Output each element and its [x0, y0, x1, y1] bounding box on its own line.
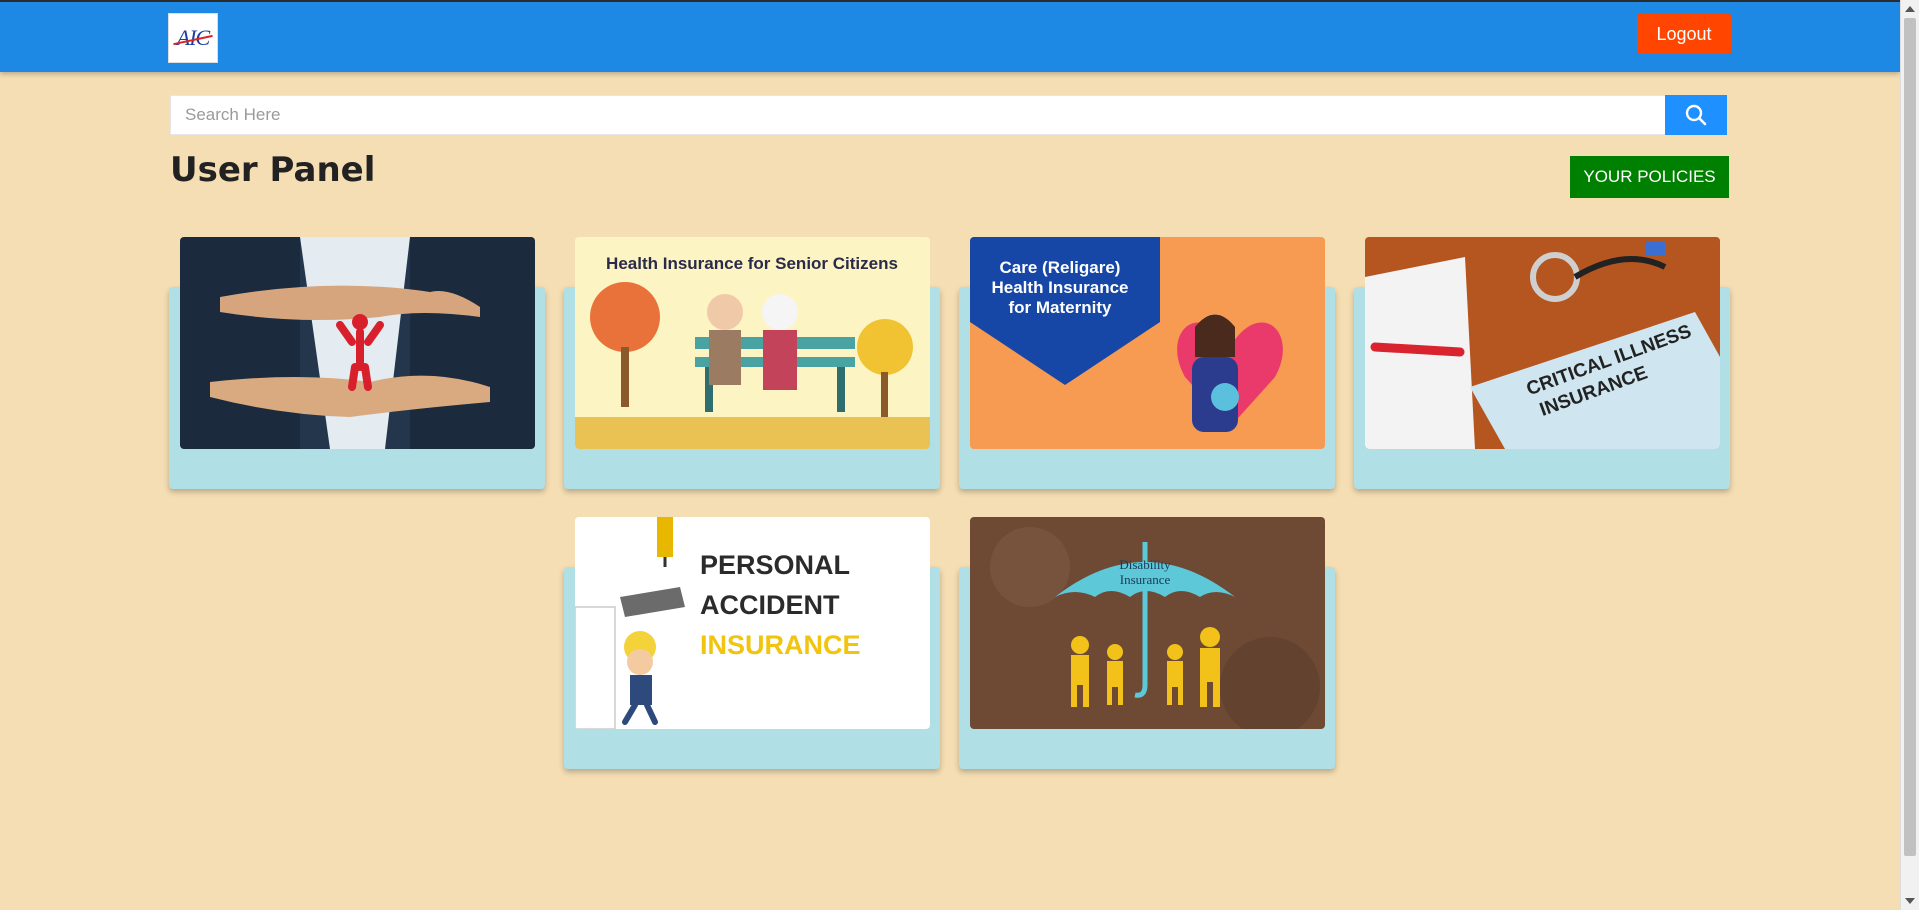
card-image-stethoscope-on-desk[interactable]: CRITICAL ILLNESS INSURANCE [1365, 237, 1720, 449]
navbar: AIC Logout [0, 0, 1900, 72]
card-caption-accident-line1: PERSONAL [700, 550, 850, 580]
card-caption-accident-line2: ACCIDENT [700, 590, 840, 620]
search-input[interactable] [170, 95, 1665, 135]
card-image-hands-protecting-person[interactable] [180, 237, 535, 449]
card-image-mother-and-baby[interactable]: Care (Religare) Health Insurance for Mat… [970, 237, 1325, 449]
card-caption-maternity-line2: Health Insurance [992, 278, 1129, 297]
scroll-down-arrow-icon[interactable] [1905, 898, 1915, 904]
search-bar [170, 95, 1727, 135]
card-caption-maternity-line3: for Maternity [1009, 298, 1113, 317]
scrollbar-thumb[interactable] [1904, 18, 1916, 856]
page-title: User Panel [170, 150, 376, 190]
logo-text: AIC [176, 25, 210, 50]
scroll-up-arrow-icon[interactable] [1905, 6, 1915, 12]
search-icon [1685, 104, 1707, 126]
card-caption-disability-line2: Insurance [1120, 572, 1171, 587]
card-caption-senior: Health Insurance for Senior Citizens [606, 254, 898, 273]
card-image-senior-citizens-on-bench[interactable]: Health Insurance for Senior Citizens [575, 237, 930, 449]
card-caption-maternity-line1: Care (Religare) [1000, 258, 1121, 277]
card-caption-disability-line1: Disability [1119, 557, 1171, 572]
logo[interactable]: AIC [168, 13, 218, 63]
card-caption-accident-line3: INSURANCE [700, 630, 861, 660]
search-button[interactable] [1665, 95, 1727, 135]
card-image-construction-worker-falling[interactable]: PERSONAL ACCIDENT INSURANCE [575, 517, 930, 729]
card-image-umbrella-over-family[interactable]: Disability Insurance [970, 517, 1325, 729]
your-policies-button[interactable]: YOUR POLICIES [1570, 156, 1729, 198]
logout-button[interactable]: Logout [1637, 14, 1731, 54]
scrollbar[interactable] [1900, 0, 1919, 910]
